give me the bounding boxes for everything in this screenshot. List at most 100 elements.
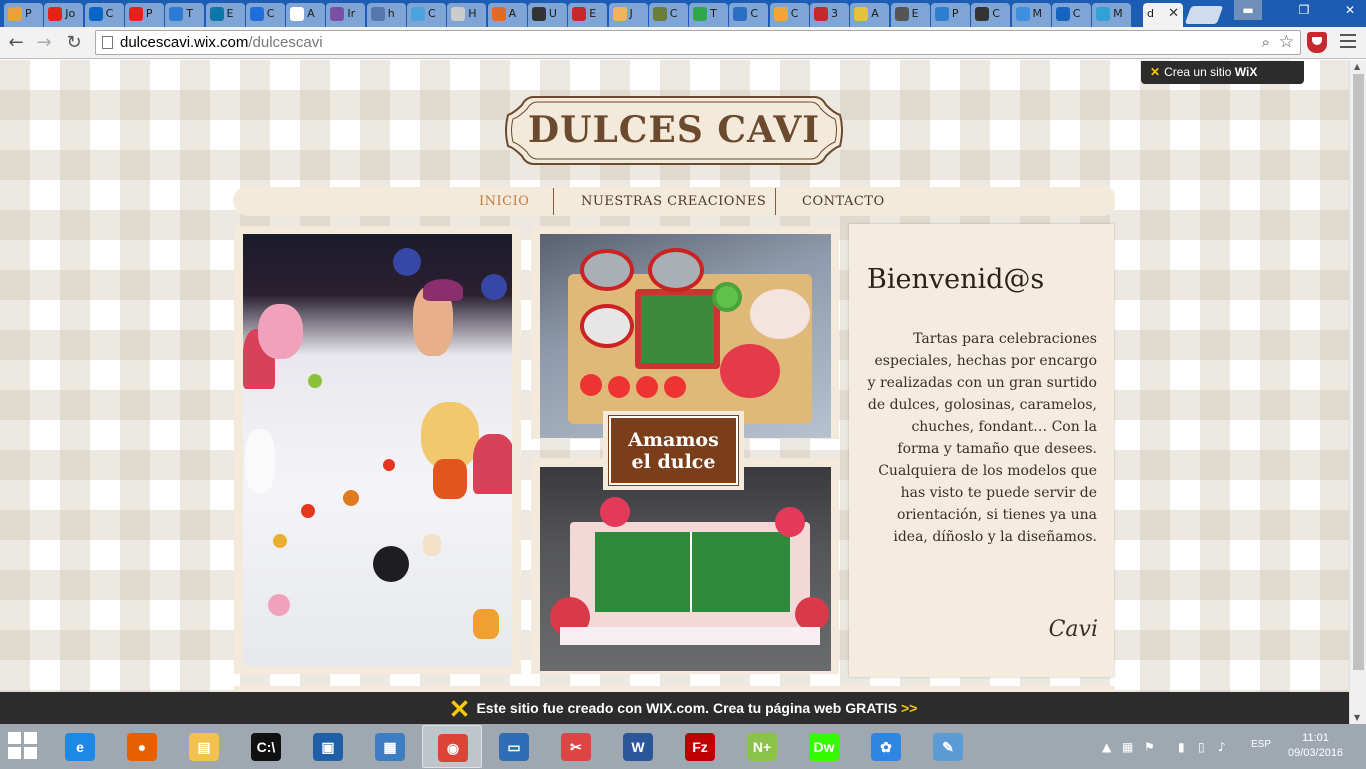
tab-label: T <box>710 7 717 20</box>
welcome-panel: Bienvenid@s Tartas para celebraciones es… <box>849 224 1114 677</box>
taskbar-app-app-flower[interactable]: ✿ <box>856 725 916 768</box>
browser-tab[interactable]: P <box>124 3 164 27</box>
browser-tab[interactable]: P <box>930 3 970 27</box>
tab-favicon-icon <box>572 7 587 21</box>
browser-tab[interactable]: Ir <box>326 3 366 27</box>
tab-favicon-icon <box>934 7 949 21</box>
browser-tab[interactable]: A <box>286 3 326 27</box>
browser-tab[interactable]: C <box>245 3 285 27</box>
forward-button[interactable]: → <box>32 31 56 55</box>
browser-tab[interactable]: A <box>487 3 527 27</box>
back-button[interactable]: ← <box>4 31 28 55</box>
browser-tab[interactable]: C <box>84 3 124 27</box>
gumdrop-shape <box>308 374 322 388</box>
scroll-up-arrow-icon[interactable]: ▲ <box>1354 62 1360 71</box>
wix-footer-banner[interactable]: ✕ Este sitio fue creado con WIX.com. Crea… <box>0 692 1366 724</box>
chrome-menu-icon[interactable] <box>1340 34 1356 48</box>
nav-nuestras-creaciones[interactable]: NUESTRAS CREACIONES <box>581 187 766 216</box>
browser-tab[interactable]: M <box>1092 3 1132 27</box>
taskbar-app-paint[interactable]: ✎ <box>918 725 978 768</box>
photo-snow-cake[interactable] <box>243 234 512 666</box>
logo-text: DULCES CAVI <box>527 109 821 151</box>
browser-tab-active[interactable]: d ✕ <box>1143 3 1183 27</box>
taskbar-app-notepad-plus[interactable]: N+ <box>732 725 792 768</box>
welcome-signature: Cavi <box>1048 617 1098 642</box>
new-tab-button[interactable] <box>1184 6 1224 24</box>
clock[interactable]: 11:01 09/03/2016 <box>1288 731 1343 761</box>
minimize-button[interactable]: ▬ <box>1234 0 1262 20</box>
flag-icon[interactable]: ⚑ <box>1144 740 1155 754</box>
photo-football-cake[interactable] <box>540 467 831 671</box>
browser-tab[interactable]: E <box>568 3 608 27</box>
taskbar-app-file-explorer[interactable]: ▤ <box>174 725 234 768</box>
browser-tab[interactable]: E <box>890 3 930 27</box>
taskbar-app-firefox[interactable]: ● <box>112 725 172 768</box>
browser-tab[interactable]: C <box>407 3 446 27</box>
taskbar-app-remote-desktop[interactable]: ▭ <box>484 725 544 768</box>
tab-label: P <box>951 7 959 20</box>
gumdrop-shape <box>273 534 287 548</box>
taskbar-app-internet-explorer[interactable]: e <box>50 725 110 768</box>
language-indicator[interactable]: ESP <box>1251 739 1271 750</box>
browser-tab[interactable]: T <box>165 3 205 27</box>
browser-tab[interactable]: Jo <box>44 3 84 27</box>
browser-tab[interactable]: C <box>769 3 809 27</box>
tab-label: 3 <box>831 7 838 20</box>
browser-tab[interactable]: A <box>850 3 890 27</box>
tab-label: h <box>387 7 395 20</box>
battery-icon[interactable]: ▮ <box>1178 740 1185 754</box>
browser-tab[interactable]: T <box>689 3 729 27</box>
taskbar-app-chrome[interactable]: ◉ <box>422 725 482 768</box>
tab-close-icon[interactable]: ✕ <box>1168 3 1179 25</box>
browser-tab[interactable]: H <box>447 3 487 27</box>
scroll-down-arrow-icon[interactable]: ▼ <box>1354 713 1360 722</box>
command-prompt-icon: C:\ <box>251 733 281 761</box>
wix-create-site-badge[interactable]: ✕ Crea un sitio WiX <box>1141 61 1304 84</box>
taskbar-app-control-panel[interactable]: ▦ <box>360 725 420 768</box>
browser-tab[interactable]: E <box>205 3 245 27</box>
browser-tab[interactable]: P <box>4 3 43 27</box>
site-logo[interactable]: DULCES CAVI <box>504 93 844 168</box>
wix-badge-text: Crea un sitio <box>1164 65 1232 79</box>
tab-label: J <box>629 7 633 20</box>
browser-tab[interactable]: C <box>648 3 688 27</box>
taskbar-app-snipping-tool[interactable]: ✂ <box>546 725 606 768</box>
tab-favicon-icon <box>854 7 869 21</box>
start-button[interactable] <box>8 732 40 762</box>
nav-contacto[interactable]: CONTACTO <box>802 187 885 216</box>
browser-tab[interactable]: C <box>971 3 1011 27</box>
close-window-button[interactable]: ✕ <box>1336 0 1364 20</box>
taskbar-app-dreamweaver[interactable]: Dw <box>794 725 854 768</box>
taskbar-app-word[interactable]: W <box>608 725 668 768</box>
browser-tab[interactable]: M <box>1011 3 1051 27</box>
browser-tab[interactable]: C <box>729 3 769 27</box>
vertical-scrollbar[interactable]: ▲ ▼ <box>1349 60 1366 724</box>
tab-favicon-icon <box>411 7 425 21</box>
bookmark-star-icon[interactable]: ☆ <box>1279 32 1294 52</box>
tab-label: C <box>266 7 275 20</box>
shield-extension-icon[interactable] <box>1307 32 1327 53</box>
tab-label: A <box>307 7 315 20</box>
scroll-thumb[interactable] <box>1353 74 1364 670</box>
zoom-icon[interactable]: ⌕ <box>1262 33 1270 51</box>
taskbar-app-filezilla[interactable]: Fz <box>670 725 730 768</box>
browser-tab[interactable]: J <box>608 3 648 27</box>
gumdrop-shape <box>343 490 359 506</box>
maximize-button[interactable]: ❐ <box>1290 0 1318 20</box>
browser-tab[interactable]: U <box>527 3 567 27</box>
browser-tab[interactable]: h <box>366 3 406 27</box>
taskbar-app-virtualbox[interactable]: ▣ <box>298 725 358 768</box>
paint-icon: ✎ <box>933 733 963 761</box>
reload-button[interactable]: ↻ <box>62 31 86 55</box>
browser-tab[interactable]: 3 <box>810 3 849 27</box>
browser-tab[interactable]: C <box>1051 3 1091 27</box>
network-icon[interactable]: ▯ <box>1198 740 1205 754</box>
taskbar-app-command-prompt[interactable]: C:\ <box>236 725 296 768</box>
nav-inicio[interactable]: INICIO <box>479 187 529 216</box>
volume-icon[interactable]: ♪ <box>1218 740 1226 754</box>
url-text[interactable]: dulcescavi.wix.com/dulcescavi <box>120 34 323 51</box>
photo-kitchen-cake[interactable] <box>540 234 831 438</box>
show-hidden-icons-icon[interactable]: ▲ <box>1102 740 1111 754</box>
action-center-icon[interactable]: ▦ <box>1122 740 1133 754</box>
address-bar[interactable]: dulcescavi.wix.com/dulcescavi ⌕ ☆ <box>95 30 1301 55</box>
